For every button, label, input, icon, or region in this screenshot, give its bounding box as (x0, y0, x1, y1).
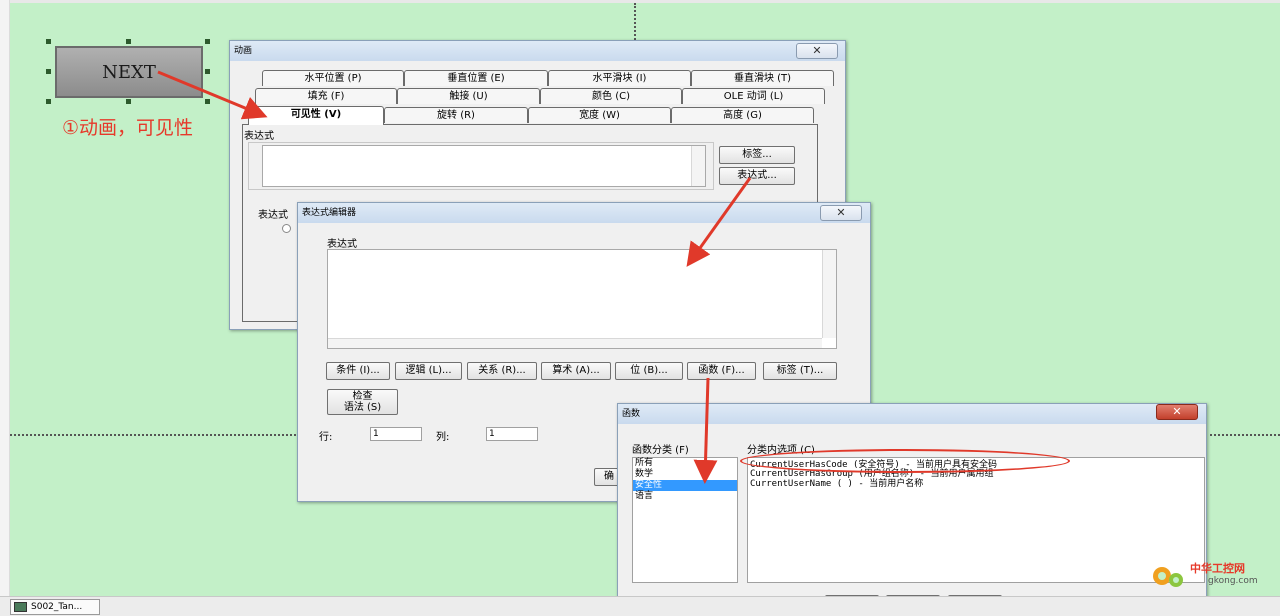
expression-input[interactable] (262, 145, 706, 187)
function-button[interactable]: 函数 (F)... (687, 362, 756, 380)
check-syntax-line2: 语法 (S) (343, 402, 382, 413)
taskbar-item-label: S002_Tan... (31, 602, 83, 612)
gear-icon (1153, 567, 1183, 587)
guide-line-horizontal (10, 434, 300, 436)
dialog-title: 函数 (618, 404, 1206, 424)
row-field: 1 (370, 427, 422, 441)
expression-label-2: 表达式 (258, 210, 288, 221)
highlight-ellipse (740, 449, 1070, 473)
tag-button[interactable]: 标签 (T)... (763, 362, 837, 380)
next-button[interactable]: NEXT (55, 46, 203, 98)
logic-button[interactable]: 逻辑 (L)... (395, 362, 462, 380)
scrollbar[interactable] (691, 146, 705, 186)
column-field: 1 (486, 427, 538, 441)
bit-button[interactable]: 位 (B)... (615, 362, 683, 380)
expression-editor-input[interactable] (327, 249, 837, 349)
function-items-list[interactable]: CurrentUserHasCode (安全符号) - 当前用户具有安全码 Cu… (747, 457, 1205, 583)
annotation-text: ①动画，可见性 (62, 117, 194, 139)
selection-handle[interactable] (46, 99, 51, 104)
watermark-logo: 中华工控网 gkong.com (1148, 556, 1273, 592)
selection-handle[interactable] (46, 69, 51, 74)
watermark-url: gkong.com (1208, 576, 1258, 586)
tab-fill[interactable]: 填充 (F) (255, 88, 397, 104)
tab-height[interactable]: 高度 (G) (671, 107, 814, 123)
category-label: 函数分类 (F) (632, 445, 689, 456)
tab-rotate[interactable]: 旋转 (R) (384, 107, 528, 123)
tab-touch[interactable]: 触接 (U) (397, 88, 540, 104)
tab-visibility[interactable]: 可见性 (V) (248, 106, 384, 125)
guide-line-horizontal-right (1205, 434, 1280, 436)
condition-button[interactable]: 条件 (I)... (326, 362, 390, 380)
category-item[interactable]: 数学 (633, 469, 737, 480)
expression-label: 表达式 (244, 131, 274, 142)
tab-vertical-position[interactable]: 垂直位置 (E) (404, 70, 548, 86)
arithmetic-button[interactable]: 算术 (A)... (541, 362, 611, 380)
taskbar-item[interactable]: S002_Tan... (10, 599, 100, 615)
dialog-title: 表达式编辑器 (298, 203, 870, 223)
selection-handle[interactable] (126, 99, 131, 104)
selection-handle[interactable] (46, 39, 51, 44)
tab-vertical-slider[interactable]: 垂直滑块 (T) (691, 70, 834, 86)
tab-horizontal-position[interactable]: 水平位置 (P) (262, 70, 404, 86)
horizontal-scrollbar[interactable] (328, 338, 822, 348)
vertical-scrollbar[interactable] (822, 250, 836, 338)
tab-width[interactable]: 宽度 (W) (528, 107, 671, 123)
selection-handle[interactable] (126, 39, 131, 44)
category-list[interactable]: 所有 数学 安全性 语言 (632, 457, 738, 583)
close-button[interactable]: ✕ (820, 205, 862, 221)
watermark-title: 中华工控网 (1190, 562, 1245, 575)
selection-handle[interactable] (205, 39, 210, 44)
selection-handle[interactable] (205, 99, 210, 104)
expression-label: 表达式 (327, 239, 357, 250)
taskbar: S002_Tan... (0, 596, 1280, 616)
tab-horizontal-slider[interactable]: 水平滑块 (I) (548, 70, 691, 86)
expression-button[interactable]: 表达式... (719, 167, 795, 185)
tab-ole-verb[interactable]: OLE 动词 (L) (682, 88, 825, 104)
row-label: 行: (319, 432, 333, 443)
function-item[interactable]: CurrentUserName ( ) - 当前用户名称 (748, 479, 1204, 490)
radio-button[interactable] (282, 224, 291, 233)
tag-button[interactable]: 标签... (719, 146, 795, 164)
dialog-title: 动画 (230, 41, 845, 61)
column-label: 列: (436, 432, 450, 443)
close-button[interactable]: ✕ (796, 43, 838, 59)
function-dialog: 函数 ✕ 函数分类 (F) 分类内选项 (C) 所有 数学 安全性 语言 Cur… (617, 403, 1207, 616)
display-icon (14, 602, 27, 612)
check-syntax-line1: 检查 (352, 391, 373, 402)
category-item[interactable]: 语言 (633, 491, 737, 502)
close-button[interactable]: ✕ (1156, 404, 1198, 420)
category-item-selected[interactable]: 安全性 (633, 480, 737, 491)
check-syntax-button[interactable]: 检查 语法 (S) (327, 389, 398, 415)
selection-handle[interactable] (205, 69, 210, 74)
tab-color[interactable]: 颜色 (C) (540, 88, 682, 104)
left-ruler (0, 0, 10, 596)
category-item[interactable]: 所有 (633, 458, 737, 469)
relation-button[interactable]: 关系 (R)... (467, 362, 537, 380)
